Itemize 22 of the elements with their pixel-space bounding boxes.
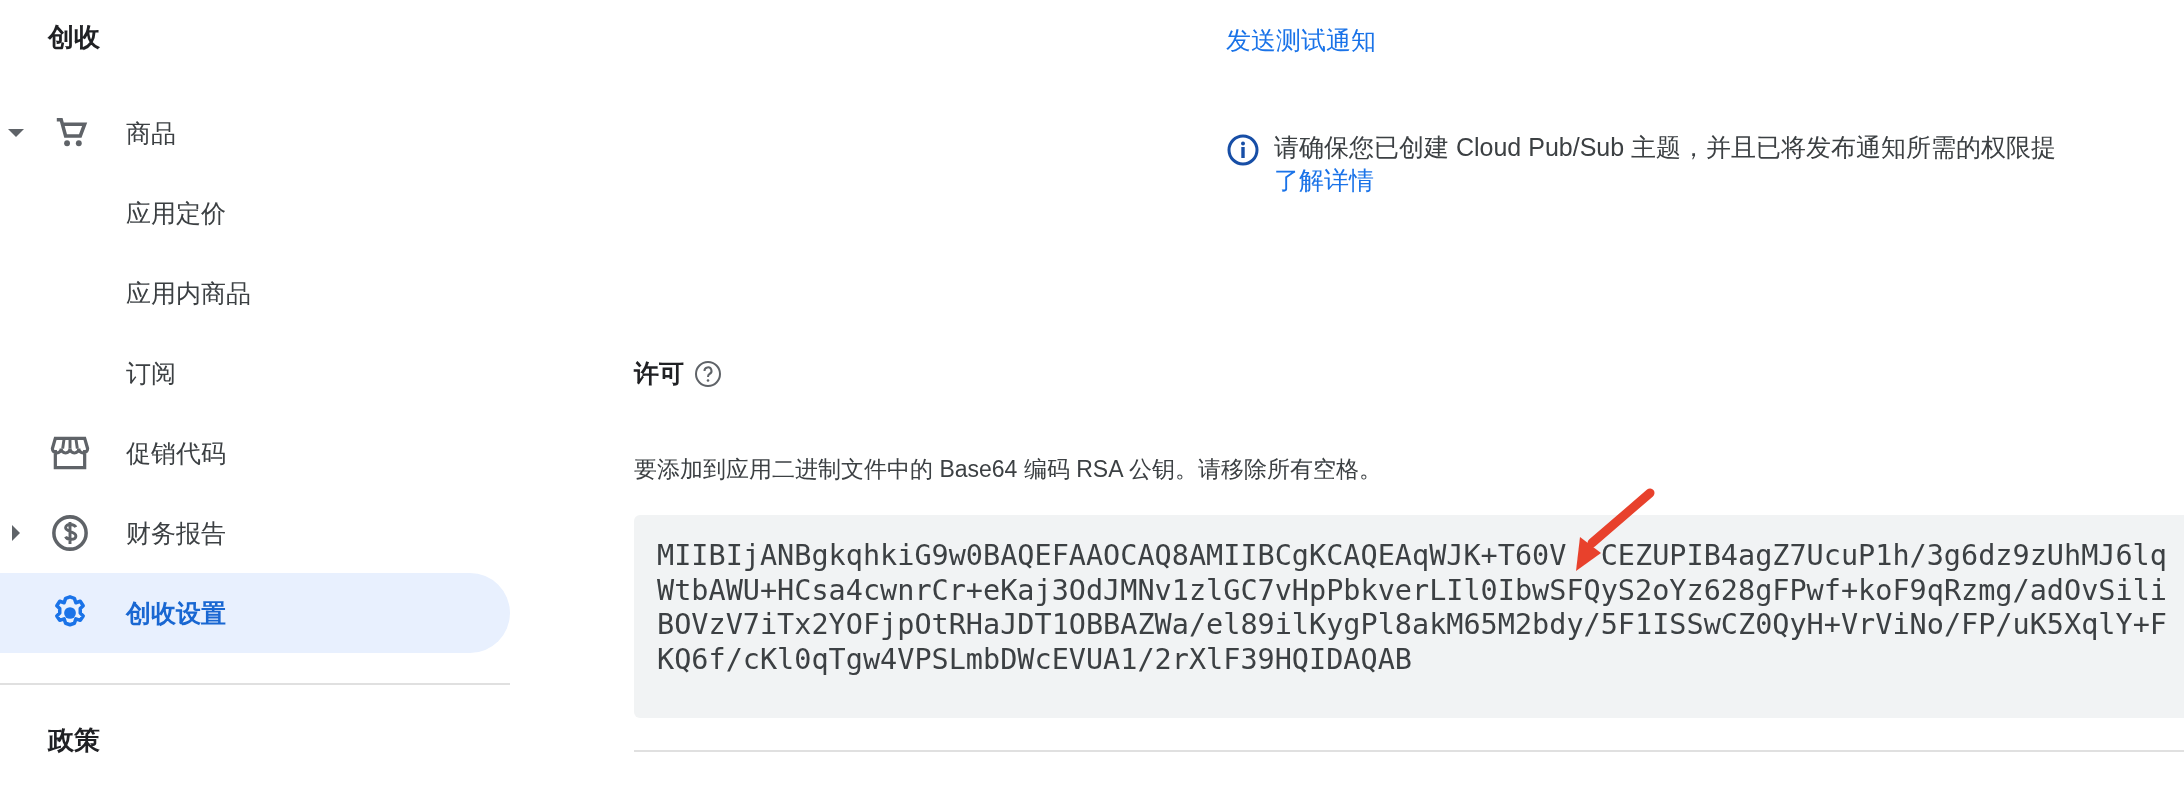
sidebar-item[interactable]: 创收设置 — [0, 573, 510, 653]
sidebar-item[interactable]: 商品 — [0, 93, 510, 173]
section-title: 创收 — [46, 21, 101, 54]
public-key-field[interactable] — [634, 515, 2184, 718]
section-title: 许可 — [634, 358, 684, 389]
sidebar-item[interactable]: 应用定价 — [0, 173, 510, 253]
send-test-link[interactable]: 发送测试通知 — [1226, 24, 1376, 57]
learn-more-link[interactable]: 了解详情 — [1274, 166, 1374, 194]
sidebar-item[interactable]: 财务报告 — [0, 493, 510, 573]
key-text: MIIBIjANBgkqhkiG9w0BAQEFAAOCAQ8AMIIBCgKCAQEAqWJK+T60V — [657, 539, 1567, 574]
sidebar-item[interactable]: 应用内商品 — [0, 253, 510, 333]
info-icon — [1226, 133, 1260, 167]
key-text: BOVzV7iTx2YOFjpOtRHaJDT1OBBAZWa/el89ilKygPl8akM65M2bdy/5F1ISSwCZ0QyH+VrViNo/FP/uK5XqlY+F — [657, 608, 2167, 644]
sidebar-item[interactable]: 订阅 — [0, 333, 510, 413]
notice-text: 请确保您已创建 Cloud Pub/Sub 主题，并且已将发布通知所需的权限提 — [1274, 132, 2057, 163]
key-text: CEZUPIB4agZ7UcuP1h/3g6dz9zUhMJ6lq — [1600, 539, 2167, 574]
description-text: 要添加到应用二进制文件中的 Base64 编码 RSA 公钥。请移除所有空格。 — [634, 455, 1383, 484]
sidebar-item[interactable]: 促销代码 — [0, 413, 510, 493]
help-icon[interactable] — [694, 359, 722, 388]
key-text: WtbAWU+HCsa4cwnrCr+eKaj3OdJMNv1zlGC7vHpPbkverLIl0IbwSFQyS2oYz628gFPwf+koF9qRzmg/adOvSili — [657, 573, 2167, 609]
key-text: KQ6f/cKl0qTgw4VPSLmbDWcEVUA1/2rXlF39HQIDAQAB — [657, 643, 1412, 678]
section-title: 政策 — [46, 724, 101, 757]
